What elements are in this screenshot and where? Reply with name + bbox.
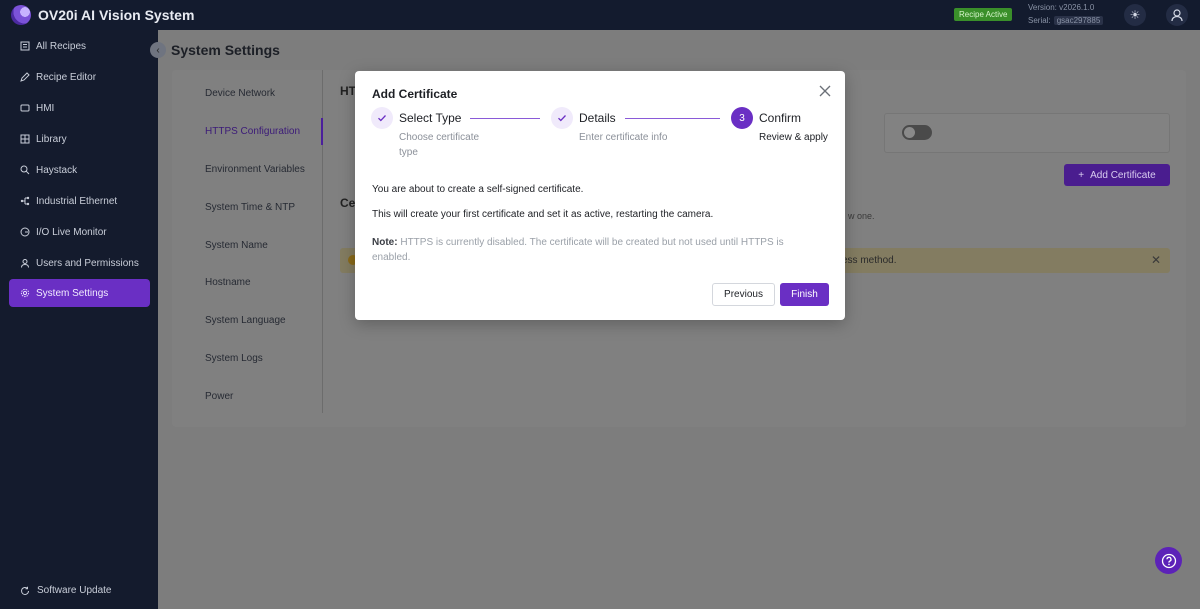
warning-alert-text: ess method. <box>842 255 897 266</box>
sidebar-item-industrial-ethernet[interactable]: Industrial Ethernet <box>9 187 150 215</box>
search-icon <box>20 165 30 175</box>
sidebar: All Recipes Recipe Editor HMI Library Ha… <box>0 30 158 609</box>
modal-title: Add Certificate <box>372 87 458 101</box>
step-3-title: Confirm <box>759 111 802 125</box>
previous-button[interactable]: Previous <box>712 283 775 306</box>
theme-toggle-button[interactable]: ☀ <box>1124 4 1146 26</box>
sidebar-item-system-settings[interactable]: System Settings <box>9 279 150 307</box>
monitor-icon <box>20 104 30 112</box>
help-button[interactable] <box>1155 547 1182 574</box>
plus-icon: + <box>1078 169 1085 181</box>
network-icon <box>20 196 30 206</box>
https-toggle[interactable] <box>902 125 932 140</box>
sidebar-item-haystack[interactable]: Haystack <box>9 156 150 184</box>
sidebar-item-users-and-permissions[interactable]: Users and Permissions <box>9 249 150 277</box>
grid-icon <box>20 134 30 144</box>
serial-value: gsac297885 <box>1053 16 1104 25</box>
settings-item-device-network[interactable]: Device Network <box>205 88 275 99</box>
page-title: System Settings <box>171 42 280 58</box>
serial-text: Serial: gsac297885 <box>1028 16 1104 25</box>
step-2-indicator <box>551 107 573 129</box>
app-title: OV20i AI Vision System <box>38 7 195 23</box>
settings-item-system-time[interactable]: System Time & NTP <box>205 202 295 213</box>
app-logo <box>11 5 31 25</box>
step-2-description: Enter certificate info <box>579 132 668 143</box>
sidebar-collapse-button[interactable]: ‹ <box>150 42 166 58</box>
step-connector <box>470 118 540 119</box>
serial-label: Serial: <box>1028 16 1051 25</box>
sidebar-item-io-live-monitor[interactable]: I/O Live Monitor <box>9 218 150 246</box>
section-title-https: HT <box>340 84 356 98</box>
add-certificate-modal: Add Certificate Select Type Choose certi… <box>355 71 845 320</box>
top-bar: OV20i AI Vision System Recipe Active Ver… <box>0 0 1200 30</box>
sidebar-item-recipe-editor[interactable]: Recipe Editor <box>9 63 150 91</box>
note-label: Note: <box>372 237 398 248</box>
step-1-title: Select Type <box>399 111 462 125</box>
version-text: Version: v2026.1.0 <box>1028 3 1095 12</box>
list-icon <box>20 41 30 51</box>
add-certificate-label: Add Certificate <box>1090 169 1156 181</box>
step-3-description: Review & apply <box>759 132 828 143</box>
https-note: Note: HTTPS is currently disabled. The c… <box>372 235 812 265</box>
sidebar-item-hmi[interactable]: HMI <box>9 94 150 122</box>
step-3-indicator: 3 <box>731 107 753 129</box>
user-icon <box>21 259 29 268</box>
software-update-link[interactable]: Software Update <box>20 585 112 596</box>
check-icon <box>558 115 566 122</box>
sidebar-item-label: Industrial Ethernet <box>36 195 118 207</box>
finish-button[interactable]: Finish <box>780 283 829 306</box>
edit-icon <box>20 72 30 82</box>
user-menu-button[interactable] <box>1166 4 1188 26</box>
settings-item-environment-variables[interactable]: Environment Variables <box>205 164 305 175</box>
user-icon <box>1171 9 1183 22</box>
settings-item-hostname[interactable]: Hostname <box>205 277 251 288</box>
modal-paragraph-1: You are about to create a self-signed ce… <box>372 184 584 195</box>
step-2-title: Details <box>579 111 616 125</box>
sidebar-item-label: Recipe Editor <box>36 71 97 83</box>
chevron-left-icon: ‹ <box>156 44 160 56</box>
close-icon[interactable]: ✕ <box>1151 253 1161 267</box>
recipe-status-badge: Recipe Active <box>954 8 1013 21</box>
software-update-label: Software Update <box>37 585 112 596</box>
settings-item-https-configuration[interactable]: HTTPS Configuration <box>205 126 300 137</box>
sidebar-item-label: Haystack <box>36 164 78 176</box>
sidebar-item-label: All Recipes <box>36 40 87 52</box>
step-1-indicator <box>371 107 393 129</box>
modal-paragraph-2: This will create your first certificate … <box>372 209 714 220</box>
io-icon <box>20 227 30 237</box>
step-1-description: Choose certificate type <box>399 130 479 160</box>
add-certificate-button[interactable]: + Add Certificate <box>1064 164 1170 186</box>
check-icon <box>378 115 386 122</box>
sun-icon: ☀ <box>1129 8 1141 22</box>
sidebar-item-label: HMI <box>36 102 55 114</box>
active-indicator <box>321 118 323 145</box>
sidebar-item-library[interactable]: Library <box>9 125 150 153</box>
empty-state-text: w one. <box>848 211 875 221</box>
sidebar-item-label: System Settings <box>36 287 109 299</box>
settings-menu: Device Network HTTPS Configuration Envir… <box>172 70 323 413</box>
settings-item-system-name[interactable]: System Name <box>205 240 268 251</box>
sidebar-item-all-recipes[interactable]: All Recipes <box>9 32 150 60</box>
sidebar-item-label: Library <box>36 133 67 145</box>
help-icon <box>1161 553 1176 568</box>
refresh-icon <box>21 586 29 595</box>
settings-item-system-language[interactable]: System Language <box>205 315 286 326</box>
gear-icon <box>20 288 30 298</box>
step-connector <box>625 118 720 119</box>
settings-item-power[interactable]: Power <box>205 391 233 402</box>
note-text: HTTPS is currently disabled. The certifi… <box>372 237 784 263</box>
step-1-desc-line2: type <box>399 147 418 158</box>
sidebar-item-label: Users and Permissions <box>36 257 139 269</box>
step-1-desc-line1: Choose certificate <box>399 132 480 143</box>
section-title-certificates: Ce <box>340 196 356 210</box>
close-icon[interactable] <box>818 84 832 98</box>
settings-item-system-logs[interactable]: System Logs <box>205 353 263 364</box>
sidebar-item-label: I/O Live Monitor <box>36 226 107 238</box>
